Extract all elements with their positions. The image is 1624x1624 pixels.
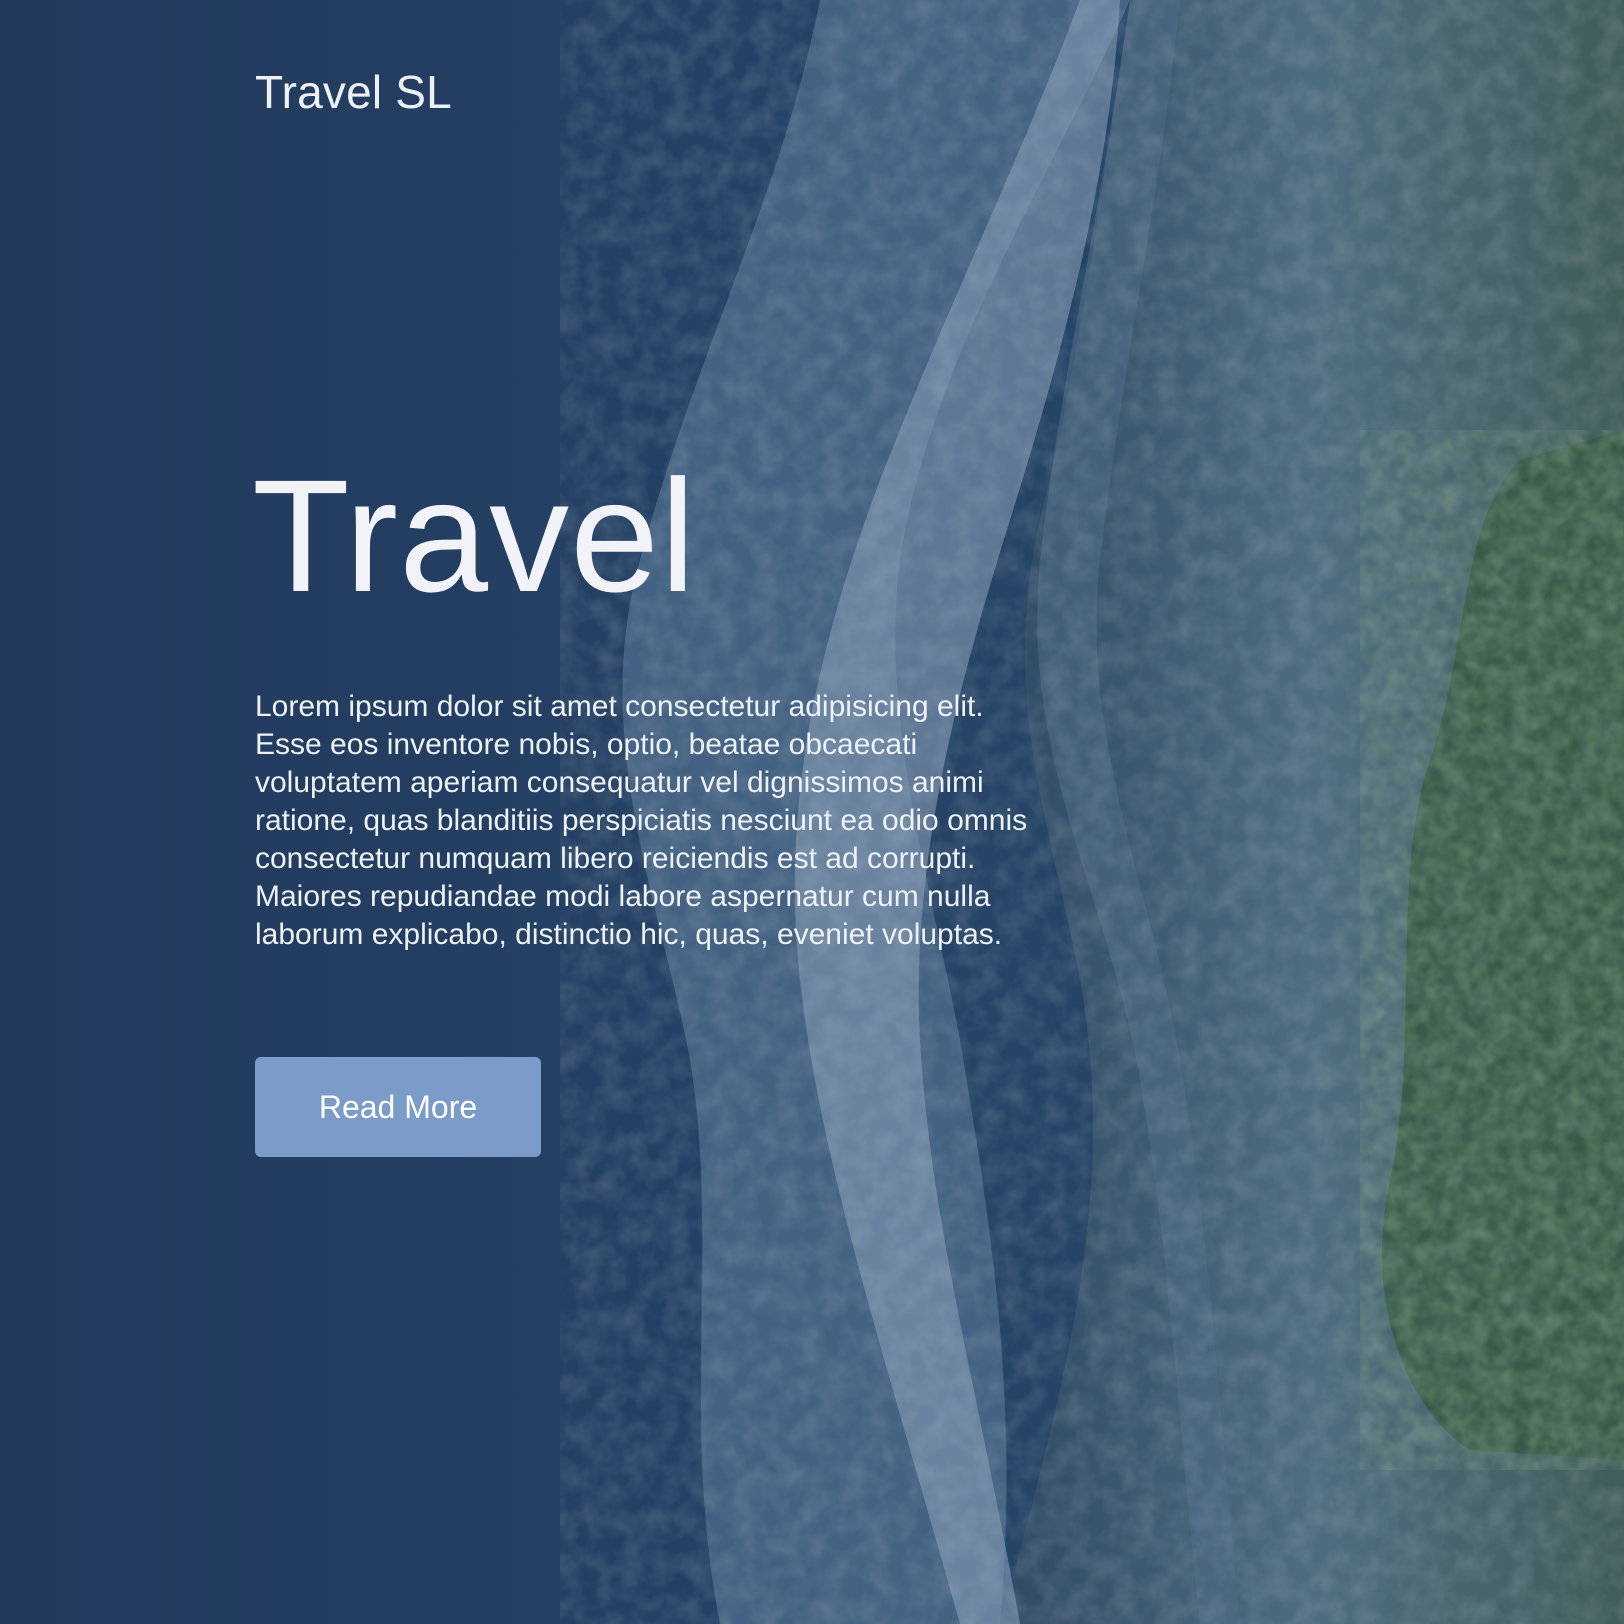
brand-logo-text[interactable]: Travel SL — [255, 62, 452, 122]
hero-section: Travel SL Travel Lorem ipsum dolor sit a… — [0, 0, 1624, 1624]
hero-title: Travel — [252, 446, 697, 625]
hero-description: Lorem ipsum dolor sit amet consectetur a… — [255, 690, 1028, 951]
read-more-button[interactable]: Read More — [255, 1057, 541, 1157]
